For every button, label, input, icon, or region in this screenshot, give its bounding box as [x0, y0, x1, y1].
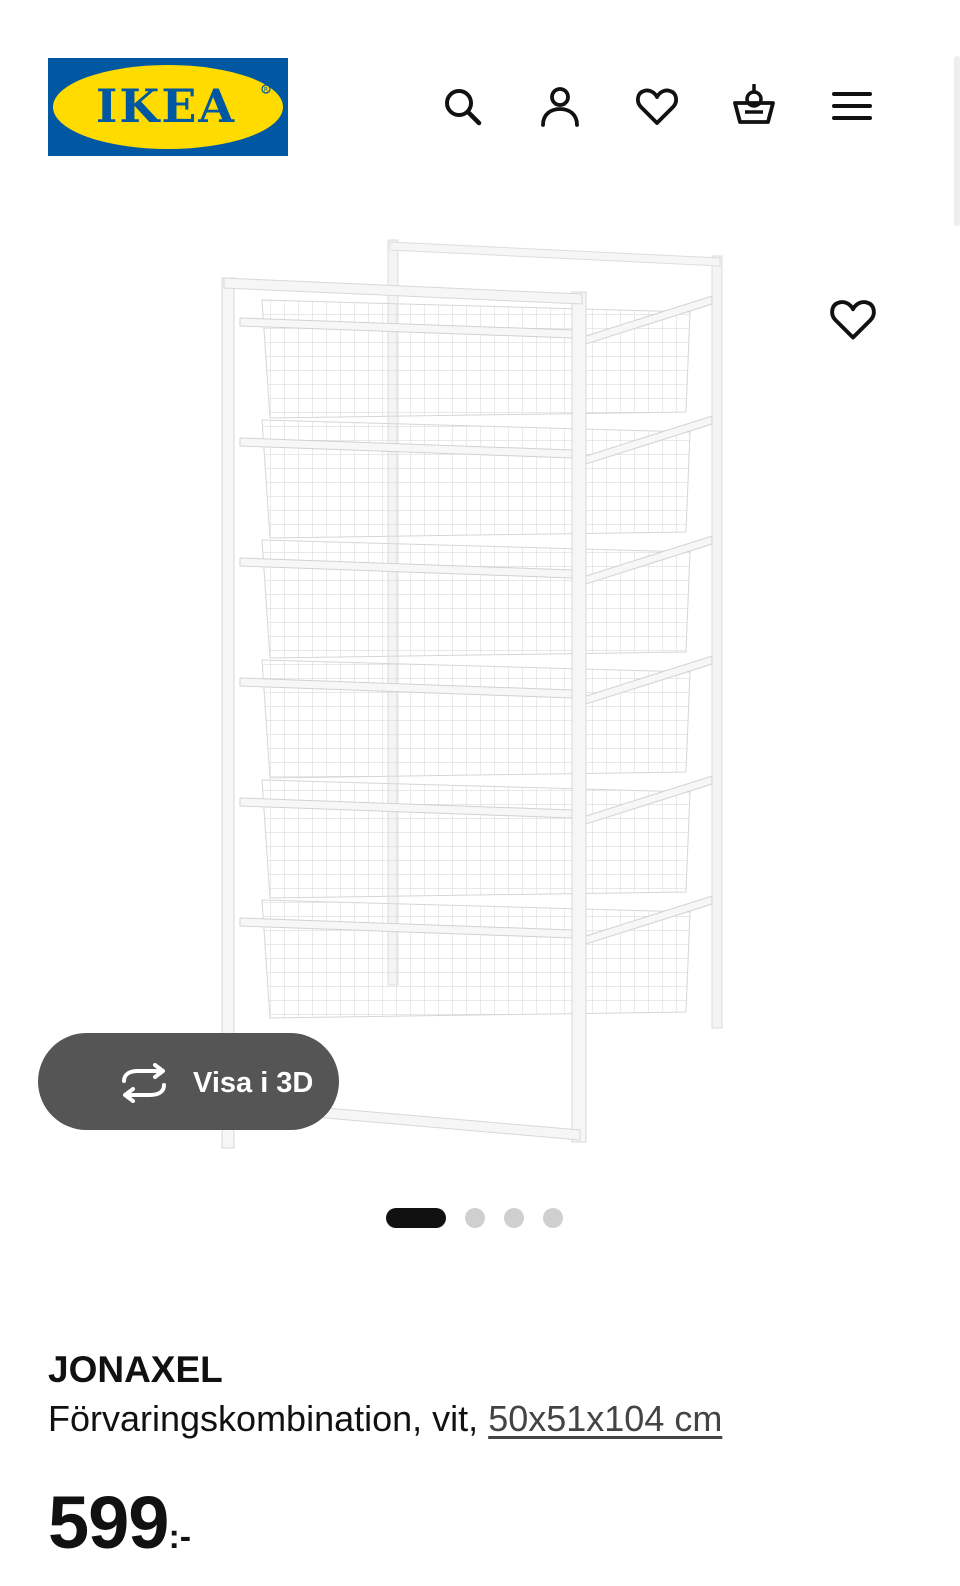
scrollbar[interactable] — [954, 56, 960, 226]
wire-basket — [239, 535, 713, 659]
menu-button[interactable] — [828, 82, 876, 130]
price-integer: 599 — [48, 1481, 169, 1564]
cart-button[interactable] — [730, 82, 778, 130]
ikea-logo[interactable]: IKEA R — [48, 58, 288, 156]
pagination-dot[interactable] — [504, 1208, 524, 1228]
product-price: 599:- — [48, 1478, 191, 1568]
search-icon — [445, 89, 482, 126]
view-in-3d-label: Visa i 3D — [193, 1067, 314, 1099]
ikea-logo-text: IKEA — [96, 79, 236, 133]
site-header: IKEA R — [0, 0, 960, 180]
profile-icon — [541, 87, 579, 127]
heart-icon — [636, 88, 678, 125]
profile-button[interactable] — [536, 82, 584, 130]
pagination-dot-active[interactable] — [386, 1208, 446, 1228]
wire-basket — [239, 415, 713, 539]
svg-text:R: R — [264, 87, 268, 94]
price-suffix: :- — [168, 1518, 192, 1556]
favorites-button[interactable] — [633, 82, 681, 130]
product-description-text: Förvaringskombination, vit, — [48, 1398, 489, 1439]
image-favorite-button[interactable] — [826, 292, 880, 346]
wire-basket — [239, 655, 713, 779]
rotate-icon — [122, 1063, 166, 1103]
wire-basket-frame-illustration — [221, 239, 723, 1149]
product-name: JONAXEL — [48, 1349, 223, 1390]
wire-basket — [239, 895, 713, 1019]
wire-basket — [239, 775, 713, 899]
ikea-logo-graphic: IKEA R — [48, 58, 288, 156]
pagination-dot[interactable] — [543, 1208, 563, 1228]
pagination-dot[interactable] — [465, 1208, 485, 1228]
product-image[interactable] — [200, 230, 760, 1160]
heart-icon — [830, 300, 876, 340]
view-in-3d-button[interactable]: Visa i 3D — [38, 1033, 339, 1130]
product-description: Förvaringskombination, vit, 50x51x104 cm — [48, 1396, 722, 1442]
product-size-link[interactable]: 50x51x104 cm — [488, 1398, 722, 1439]
basket-icon — [733, 84, 775, 124]
menu-icon — [832, 92, 872, 120]
search-button[interactable] — [438, 82, 486, 130]
wire-basket — [239, 295, 713, 419]
image-pagination — [386, 1207, 563, 1229]
